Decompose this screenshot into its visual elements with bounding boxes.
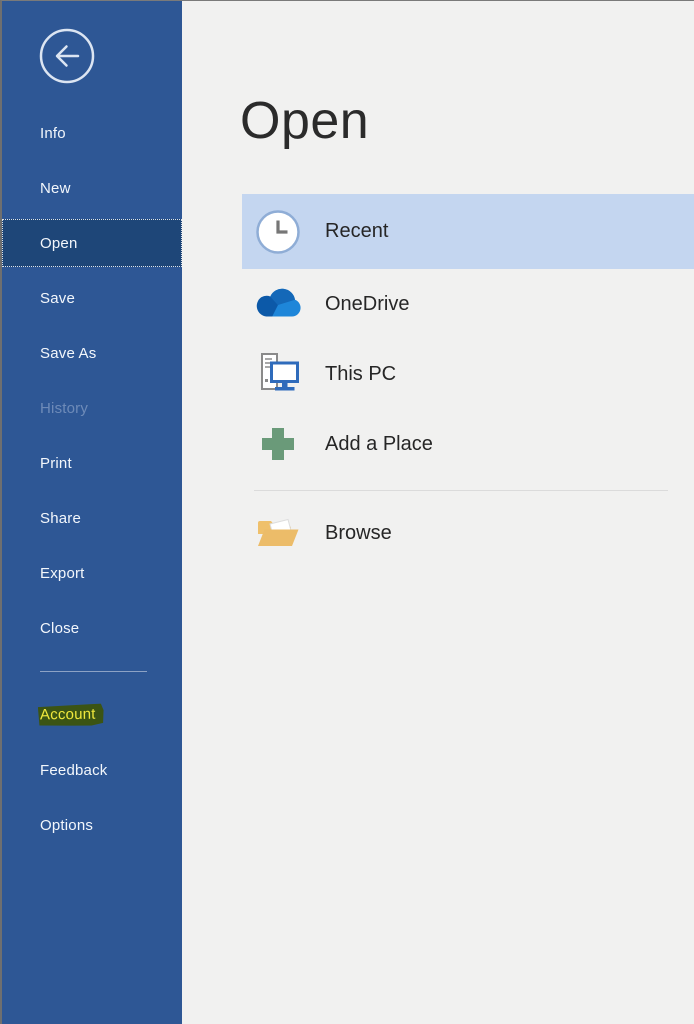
sidebar-item-close[interactable]: Close: [2, 604, 182, 652]
place-add-a-place[interactable]: Add a Place: [242, 409, 694, 479]
open-panel: Open Recent: [182, 1, 694, 1024]
onedrive-cloud-icon: [253, 279, 303, 329]
backstage-view: Info New Open Save Save As History Print…: [0, 0, 694, 1024]
place-label: OneDrive: [325, 293, 409, 316]
backstage-sidebar: Info New Open Save Save As History Print…: [2, 1, 182, 1024]
places-list: Recent OneDrive: [242, 194, 694, 568]
sidebar-item-info[interactable]: Info: [2, 109, 182, 157]
place-label: Add a Place: [325, 433, 433, 456]
sidebar-item-account[interactable]: Account: [2, 691, 182, 739]
sidebar-item-export[interactable]: Export: [2, 549, 182, 597]
back-button[interactable]: [38, 27, 96, 85]
folder-icon: [253, 508, 303, 558]
page-title: Open: [240, 91, 369, 151]
sidebar-item-share[interactable]: Share: [2, 494, 182, 542]
account-highlight-annotation: Account: [38, 704, 104, 727]
sidebar-item-open[interactable]: Open: [2, 219, 182, 267]
place-onedrive[interactable]: OneDrive: [242, 269, 694, 339]
sidebar-item-save[interactable]: Save: [2, 274, 182, 322]
sidebar-item-save-as[interactable]: Save As: [2, 329, 182, 377]
clock-icon: [253, 207, 303, 257]
sidebar-item-feedback[interactable]: Feedback: [2, 746, 182, 794]
plus-icon: [253, 419, 303, 469]
sidebar-divider: [40, 671, 147, 672]
places-divider: [254, 490, 668, 491]
sidebar-item-new[interactable]: New: [2, 164, 182, 212]
place-recent[interactable]: Recent: [242, 194, 694, 269]
back-arrow-icon: [38, 72, 96, 89]
place-label: Browse: [325, 522, 392, 545]
sidebar-item-options[interactable]: Options: [2, 801, 182, 849]
place-this-pc[interactable]: This PC: [242, 339, 694, 409]
computer-icon: [253, 349, 303, 399]
place-label: This PC: [325, 363, 396, 386]
place-label: Recent: [325, 220, 388, 243]
place-browse[interactable]: Browse: [242, 498, 694, 568]
sidebar-item-print[interactable]: Print: [2, 439, 182, 487]
sidebar-item-history: History: [2, 384, 182, 432]
sidebar-nav: Info New Open Save Save As History Print…: [2, 1, 182, 849]
